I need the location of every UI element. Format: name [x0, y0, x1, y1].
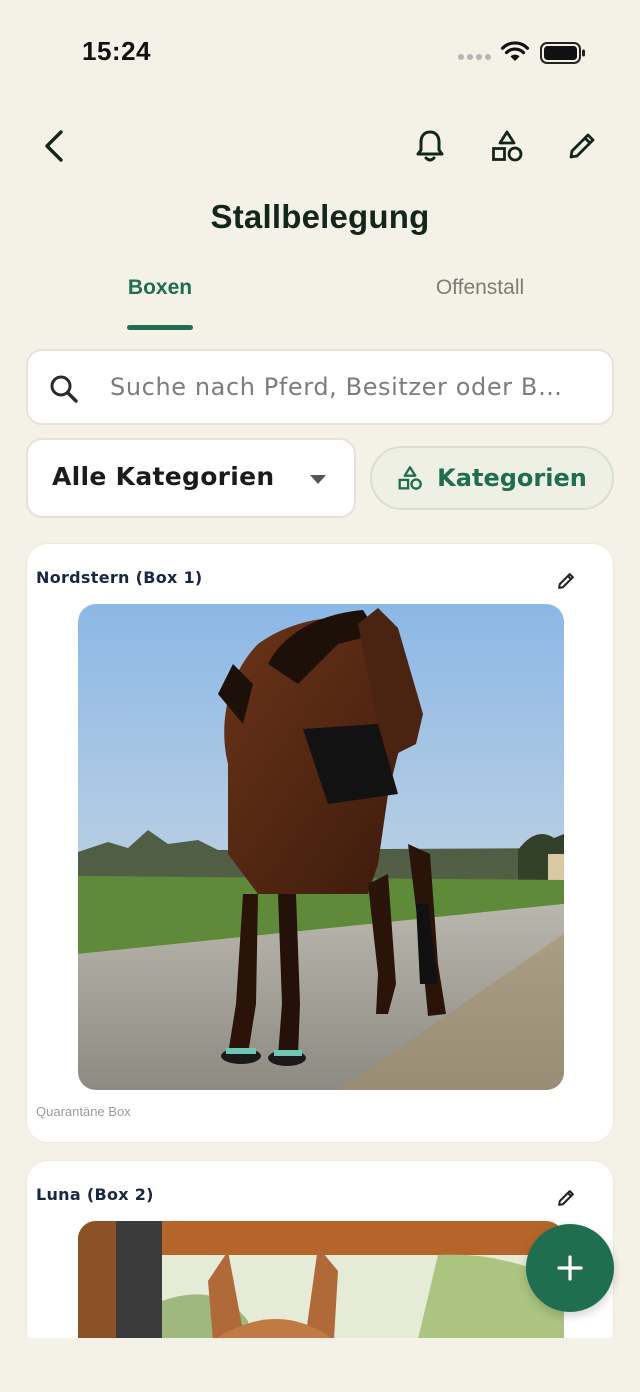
bell-icon — [416, 130, 444, 162]
active-tab-indicator — [127, 325, 193, 330]
add-box-button[interactable] — [526, 1224, 614, 1312]
box-card[interactable]: Nordstern (Box 1) Quarantäne Box — [26, 543, 614, 1143]
pencil-icon — [569, 133, 595, 159]
box-edit-button[interactable] — [549, 564, 583, 598]
back-button[interactable] — [28, 120, 80, 172]
categories-header-button[interactable] — [481, 120, 533, 172]
status-time: 15:24 — [82, 36, 151, 66]
box-card-title: Nordstern (Box 1) — [36, 568, 203, 587]
chevron-down-icon — [310, 475, 326, 484]
cellular-signal-icon — [458, 54, 491, 60]
bottom-safe-area — [0, 1338, 640, 1392]
plus-icon — [557, 1255, 583, 1281]
shapes-icon — [492, 130, 523, 162]
tab-bar: Boxen Offenstall — [0, 268, 640, 332]
search-box — [26, 349, 614, 425]
pencil-icon — [558, 573, 574, 589]
horse-photo — [78, 604, 564, 1090]
status-bar: 15:24 — [0, 0, 640, 100]
notifications-button[interactable] — [404, 120, 456, 172]
shapes-icon — [398, 466, 423, 490]
box-edit-button[interactable] — [549, 1181, 583, 1215]
categories-button[interactable]: Kategorien — [370, 446, 614, 510]
category-select[interactable]: Alle Kategorien — [26, 438, 356, 518]
search-icon — [50, 375, 78, 403]
box-card-title: Luna (Box 2) — [36, 1185, 154, 1204]
tab-boxen[interactable]: Boxen — [50, 268, 270, 328]
search-input[interactable] — [110, 367, 590, 407]
wifi-icon — [500, 41, 530, 61]
box-card-caption: Quarantäne Box — [36, 1104, 131, 1119]
tab-offenstall[interactable]: Offenstall — [370, 268, 590, 328]
page-title: Stallbelegung — [210, 198, 430, 235]
top-bar — [0, 118, 640, 178]
back-arrow-icon — [45, 130, 63, 162]
category-select-value: Alle Kategorien — [52, 462, 275, 491]
categories-button-label: Kategorien — [437, 464, 587, 492]
edit-button[interactable] — [556, 120, 608, 172]
pencil-icon — [558, 1190, 574, 1206]
battery-icon — [540, 42, 585, 64]
